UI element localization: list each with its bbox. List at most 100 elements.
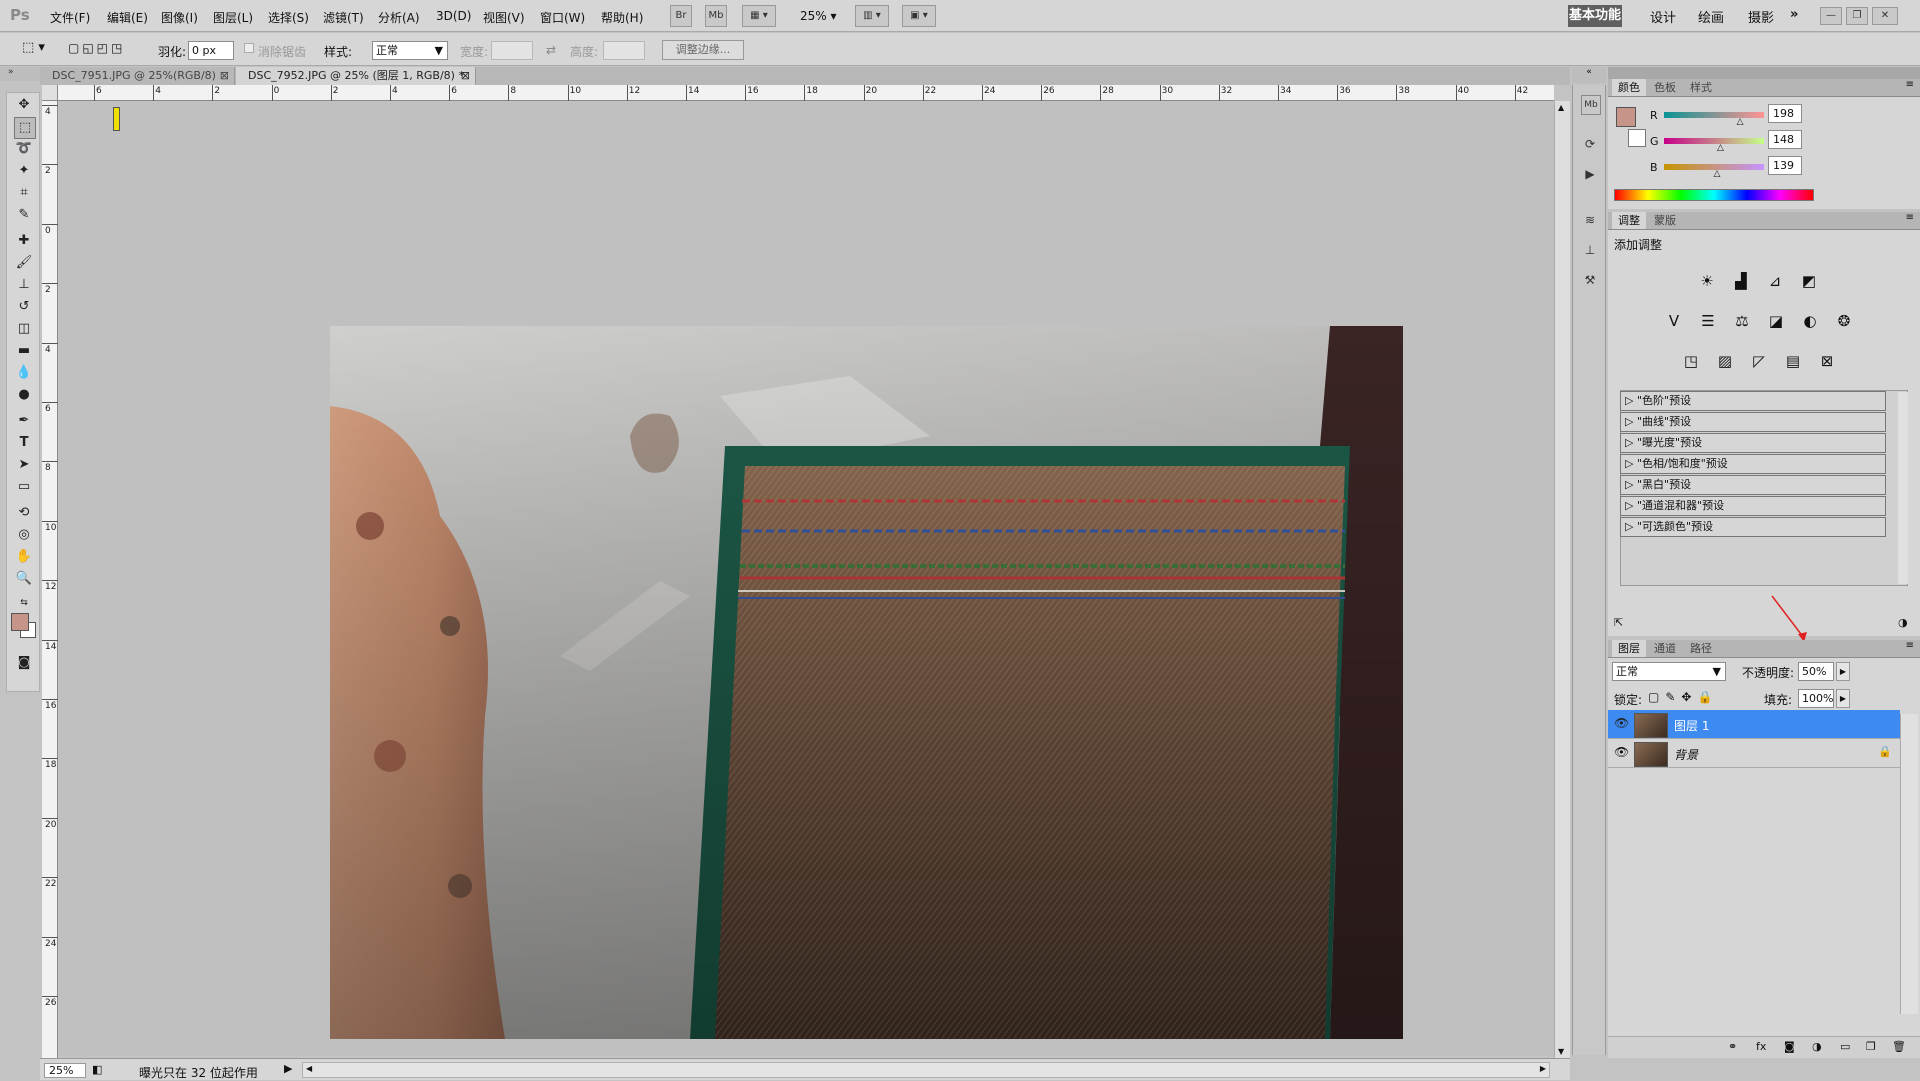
tab-dsc7952[interactable]: DSC_7952.JPG @ 25% (图层 1, RGB/8) * ⊠	[236, 67, 476, 85]
fill-slider-button[interactable]: ▶	[1836, 689, 1850, 708]
arrange-documents-button[interactable]: ▥ ▾	[855, 5, 889, 27]
close-tab-icon[interactable]: ⊠	[461, 67, 470, 85]
background-swatch[interactable]	[1628, 129, 1646, 147]
brush-tool-icon[interactable]: 🖌	[14, 253, 34, 273]
layer-name[interactable]: 背景	[1674, 746, 1698, 763]
preset-levels[interactable]: ▷ "色阶"预设	[1620, 391, 1886, 411]
tab-channels[interactable]: 通道	[1648, 640, 1682, 657]
hand-tool-icon[interactable]: ✋	[14, 547, 34, 567]
menu-analysis[interactable]: 分析(A)	[378, 9, 420, 26]
close-tab-icon[interactable]: ⊠	[220, 67, 229, 85]
quick-mask-icon[interactable]: ◙	[14, 653, 34, 673]
status-menu-arrow-icon[interactable]: ▶	[284, 1062, 292, 1075]
channel-g-value[interactable]: 148	[1768, 130, 1802, 149]
dodge-tool-icon[interactable]: ●	[14, 385, 34, 405]
menu-help[interactable]: 帮助(H)	[601, 9, 643, 26]
foreground-swatch[interactable]	[1616, 107, 1636, 127]
channel-g-slider[interactable]: △	[1664, 138, 1764, 153]
layer-row-layer1[interactable]: 👁 图层 1	[1608, 710, 1900, 739]
scroll-right-icon[interactable]: ▶	[1540, 1064, 1546, 1073]
status-info-icon[interactable]: ◧	[92, 1063, 102, 1076]
color-balance-icon[interactable]: ⚖	[1731, 310, 1753, 332]
mini-bridge-icon[interactable]: Mb	[1581, 95, 1601, 115]
view-extras-button[interactable]: ▦ ▾	[742, 5, 776, 27]
workspace-design[interactable]: 设计	[1650, 7, 1676, 26]
add-mask-icon[interactable]: ◙	[1784, 1040, 1795, 1053]
pen-tool-icon[interactable]: ✒	[14, 411, 34, 431]
scroll-left-icon[interactable]: ◀	[306, 1064, 312, 1073]
gradient-map-icon[interactable]: ▤	[1782, 350, 1804, 372]
menu-file[interactable]: 文件(F)	[50, 9, 90, 26]
curves-icon[interactable]: ⊿	[1764, 270, 1786, 292]
color-spectrum-ramp[interactable]	[1614, 189, 1814, 201]
rect-marquee-tool-icon[interactable]: ⬚	[14, 117, 36, 139]
return-to-list-icon[interactable]: ⇱	[1614, 616, 1623, 629]
3d-rotate-tool-icon[interactable]: ⟲	[14, 503, 34, 523]
clone-stamp-tool-icon[interactable]: ⊥	[14, 275, 34, 295]
preset-hue-saturation[interactable]: ▷ "色相/饱和度"预设	[1620, 454, 1886, 474]
blur-tool-icon[interactable]: 💧	[14, 363, 34, 383]
layer-row-background[interactable]: 👁 背景 🔒	[1608, 739, 1900, 768]
channel-r-slider[interactable]: △	[1664, 112, 1764, 127]
screen-mode-button[interactable]: ▣ ▾	[902, 5, 936, 27]
antialias-checkbox[interactable]	[244, 43, 254, 53]
actions-icon[interactable]: ▶	[1581, 165, 1599, 183]
scroll-down-icon[interactable]: ▼	[1558, 1047, 1564, 1056]
more-workspaces-button[interactable]: »	[1790, 7, 1798, 22]
horizontal-scrollbar[interactable]: ◀ ▶	[302, 1062, 1550, 1078]
preset-curves[interactable]: ▷ "曲线"预设	[1620, 412, 1886, 432]
minimize-button[interactable]: —	[1820, 7, 1842, 25]
clip-to-layer-icon[interactable]: ◑	[1898, 616, 1908, 629]
move-tool-icon[interactable]: ✥	[14, 95, 34, 115]
tab-masks[interactable]: 蒙版	[1648, 212, 1682, 229]
gradient-tool-icon[interactable]: ▬	[14, 341, 34, 361]
menu-layer[interactable]: 图层(L)	[213, 9, 253, 26]
panel-menu-icon[interactable]: ≡	[1906, 79, 1914, 90]
layer-name[interactable]: 图层 1	[1674, 717, 1709, 734]
close-button[interactable]: ✕	[1872, 7, 1898, 25]
menu-edit[interactable]: 编辑(E)	[107, 9, 148, 26]
delete-layer-icon[interactable]: 🗑	[1892, 1040, 1906, 1053]
tab-layers[interactable]: 图层	[1612, 640, 1646, 657]
quick-select-tool-icon[interactable]: ✦	[14, 161, 34, 181]
eyedropper-tool-icon[interactable]: ✎	[14, 205, 34, 225]
feather-input[interactable]: 0 px	[188, 41, 234, 60]
tab-styles[interactable]: 样式	[1684, 79, 1718, 96]
slider-thumb-icon[interactable]: △	[1717, 143, 1724, 153]
levels-icon[interactable]: ▟	[1730, 270, 1752, 292]
new-adjustment-icon[interactable]: ◑	[1812, 1040, 1822, 1053]
bridge-button[interactable]: Br	[670, 5, 692, 27]
eraser-tool-icon[interactable]: ◫	[14, 319, 34, 339]
ruler-origin[interactable]	[42, 85, 58, 101]
layers-scrollbar[interactable]	[1900, 714, 1918, 1014]
foreground-color-swatch[interactable]	[11, 613, 29, 631]
workspace-painting[interactable]: 绘画	[1698, 7, 1724, 26]
strip-collapse[interactable]: «	[1572, 67, 1606, 83]
new-layer-icon[interactable]: ❐	[1866, 1040, 1876, 1053]
zoom-tool-icon[interactable]: 🔍	[14, 569, 34, 589]
menu-select[interactable]: 选择(S)	[268, 9, 309, 26]
presets-scrollbar[interactable]	[1898, 392, 1908, 584]
vibrance-icon[interactable]: V	[1663, 310, 1685, 332]
selective-color-icon[interactable]: ⊠	[1816, 350, 1838, 372]
lock-options[interactable]: ▢✎✥🔒	[1648, 690, 1718, 704]
slider-thumb-icon[interactable]: △	[1714, 169, 1721, 179]
path-select-tool-icon[interactable]: ➤	[14, 455, 34, 475]
visibility-eye-icon[interactable]: 👁	[1614, 745, 1629, 759]
mini-bridge-button[interactable]: Mb	[705, 5, 727, 27]
tab-dsc7951[interactable]: DSC_7951.JPG @ 25%(RGB/8) ⊠	[40, 67, 235, 85]
slider-thumb-icon[interactable]: △	[1737, 117, 1744, 127]
3d-orbit-tool-icon[interactable]: ◎	[14, 525, 34, 545]
document-image[interactable]	[330, 326, 1403, 1039]
panel-menu-icon[interactable]: ≡	[1906, 212, 1914, 223]
add-style-icon[interactable]: fx	[1756, 1040, 1766, 1053]
restore-button[interactable]: ❐	[1846, 7, 1868, 25]
history-brush-tool-icon[interactable]: ↺	[14, 297, 34, 317]
style-select[interactable]: 正常 ▼	[372, 41, 448, 60]
photo-filter-icon[interactable]: ◐	[1799, 310, 1821, 332]
healing-brush-tool-icon[interactable]: ✚	[14, 231, 34, 251]
vertical-ruler[interactable]: 4 2 0 2 4 6 8 10 12 14 16 18 20 22 24 26	[42, 101, 58, 1058]
opacity-slider-button[interactable]: ▶	[1836, 662, 1850, 681]
tool-preset-picker[interactable]: ⬚ ▾	[22, 40, 56, 60]
threshold-icon[interactable]: ◸	[1748, 350, 1770, 372]
